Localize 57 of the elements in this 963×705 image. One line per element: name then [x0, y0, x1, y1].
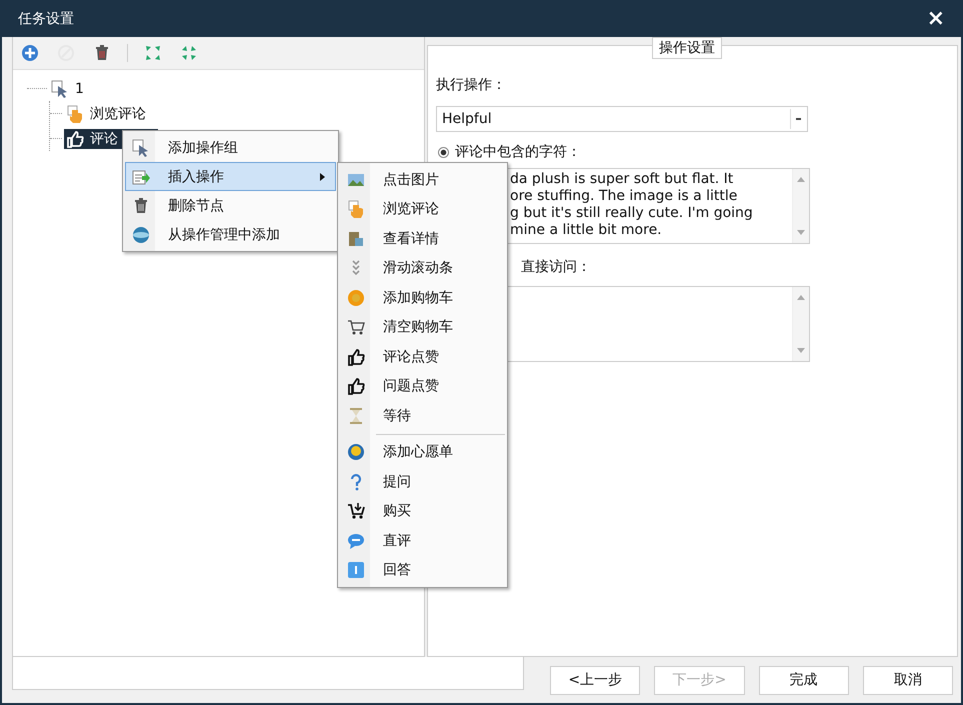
field-label: 直接访问： — [521, 258, 591, 276]
menu-item[interactable]: 直评 — [340, 526, 505, 556]
scrollbar[interactable] — [792, 287, 809, 361]
cart-icon — [347, 502, 365, 520]
thumbs-up-icon — [347, 348, 365, 366]
thumbs-up-icon — [347, 377, 365, 396]
menu-item[interactable]: 添加心愿单 — [340, 438, 505, 467]
radio-label: 评论中包含的字符： — [455, 143, 581, 161]
menu-item[interactable]: 购买 — [340, 496, 505, 526]
wizard-button[interactable]: <上一步 — [550, 666, 640, 694]
menu-item[interactable]: 插入操作 — [125, 162, 336, 191]
insert-icon — [132, 168, 150, 186]
answer-icon — [347, 561, 365, 580]
radio-button[interactable] — [438, 146, 449, 158]
menu-item[interactable]: 回答 — [340, 556, 505, 585]
text-line: da plush is super soft but flat. It — [510, 171, 734, 188]
expand-icon — [144, 44, 162, 62]
wizard-button[interactable]: 完成 — [758, 666, 849, 694]
scrollbar[interactable] — [792, 169, 809, 243]
collapse-icon — [180, 44, 198, 62]
group-title: 操作设置 — [652, 37, 722, 59]
hourglass-icon — [347, 406, 365, 425]
submenu-arrow-icon — [320, 172, 325, 180]
tree-node[interactable]: 浏览评论 — [64, 104, 152, 124]
trash-icon — [132, 196, 150, 214]
field-label: 执行操作： — [436, 76, 507, 94]
trash-icon — [93, 44, 111, 62]
menu-item[interactable]: 等待 — [340, 401, 505, 430]
globe-icon — [132, 226, 150, 244]
toolbar-button[interactable] — [19, 42, 41, 64]
add-icon — [21, 44, 39, 62]
menu-item[interactable]: 清空购物车 — [340, 312, 505, 342]
close-button[interactable]: × — [922, 6, 949, 31]
text-line: mine a little bit more. — [510, 222, 663, 239]
menu-item[interactable]: 删除节点 — [125, 191, 336, 220]
coin-icon — [347, 288, 365, 307]
thumbs-up-icon — [66, 130, 84, 148]
wish-icon — [347, 443, 365, 462]
book-icon — [347, 230, 365, 248]
action-dropdown[interactable]: Helpful — [436, 106, 808, 132]
text-line: g but it's still really cute. I'm going — [510, 205, 754, 222]
wizard-button[interactable]: 取消 — [862, 666, 953, 694]
menu-item[interactable]: 从操作管理中添加 — [125, 220, 336, 249]
hand-icon — [347, 200, 365, 218]
cursor-icon — [51, 80, 69, 98]
menu-item[interactable]: 评论点赞 — [340, 342, 505, 372]
text-line: ore stuffing. The image is a little — [510, 188, 738, 205]
chat-bubble-icon — [347, 532, 365, 550]
cart-icon — [347, 318, 365, 336]
menu-item[interactable]: 提问 — [340, 467, 505, 496]
cursor-icon — [132, 138, 150, 156]
menu-item[interactable]: 滑动滚动条 — [340, 254, 505, 283]
tree-node[interactable]: 1 — [49, 78, 90, 98]
window-title: 任务设置 — [18, 10, 74, 28]
menu-item[interactable]: 问题点赞 — [340, 372, 505, 401]
hand-icon — [66, 104, 84, 122]
menu-item[interactable]: 添加购物车 — [340, 283, 505, 312]
